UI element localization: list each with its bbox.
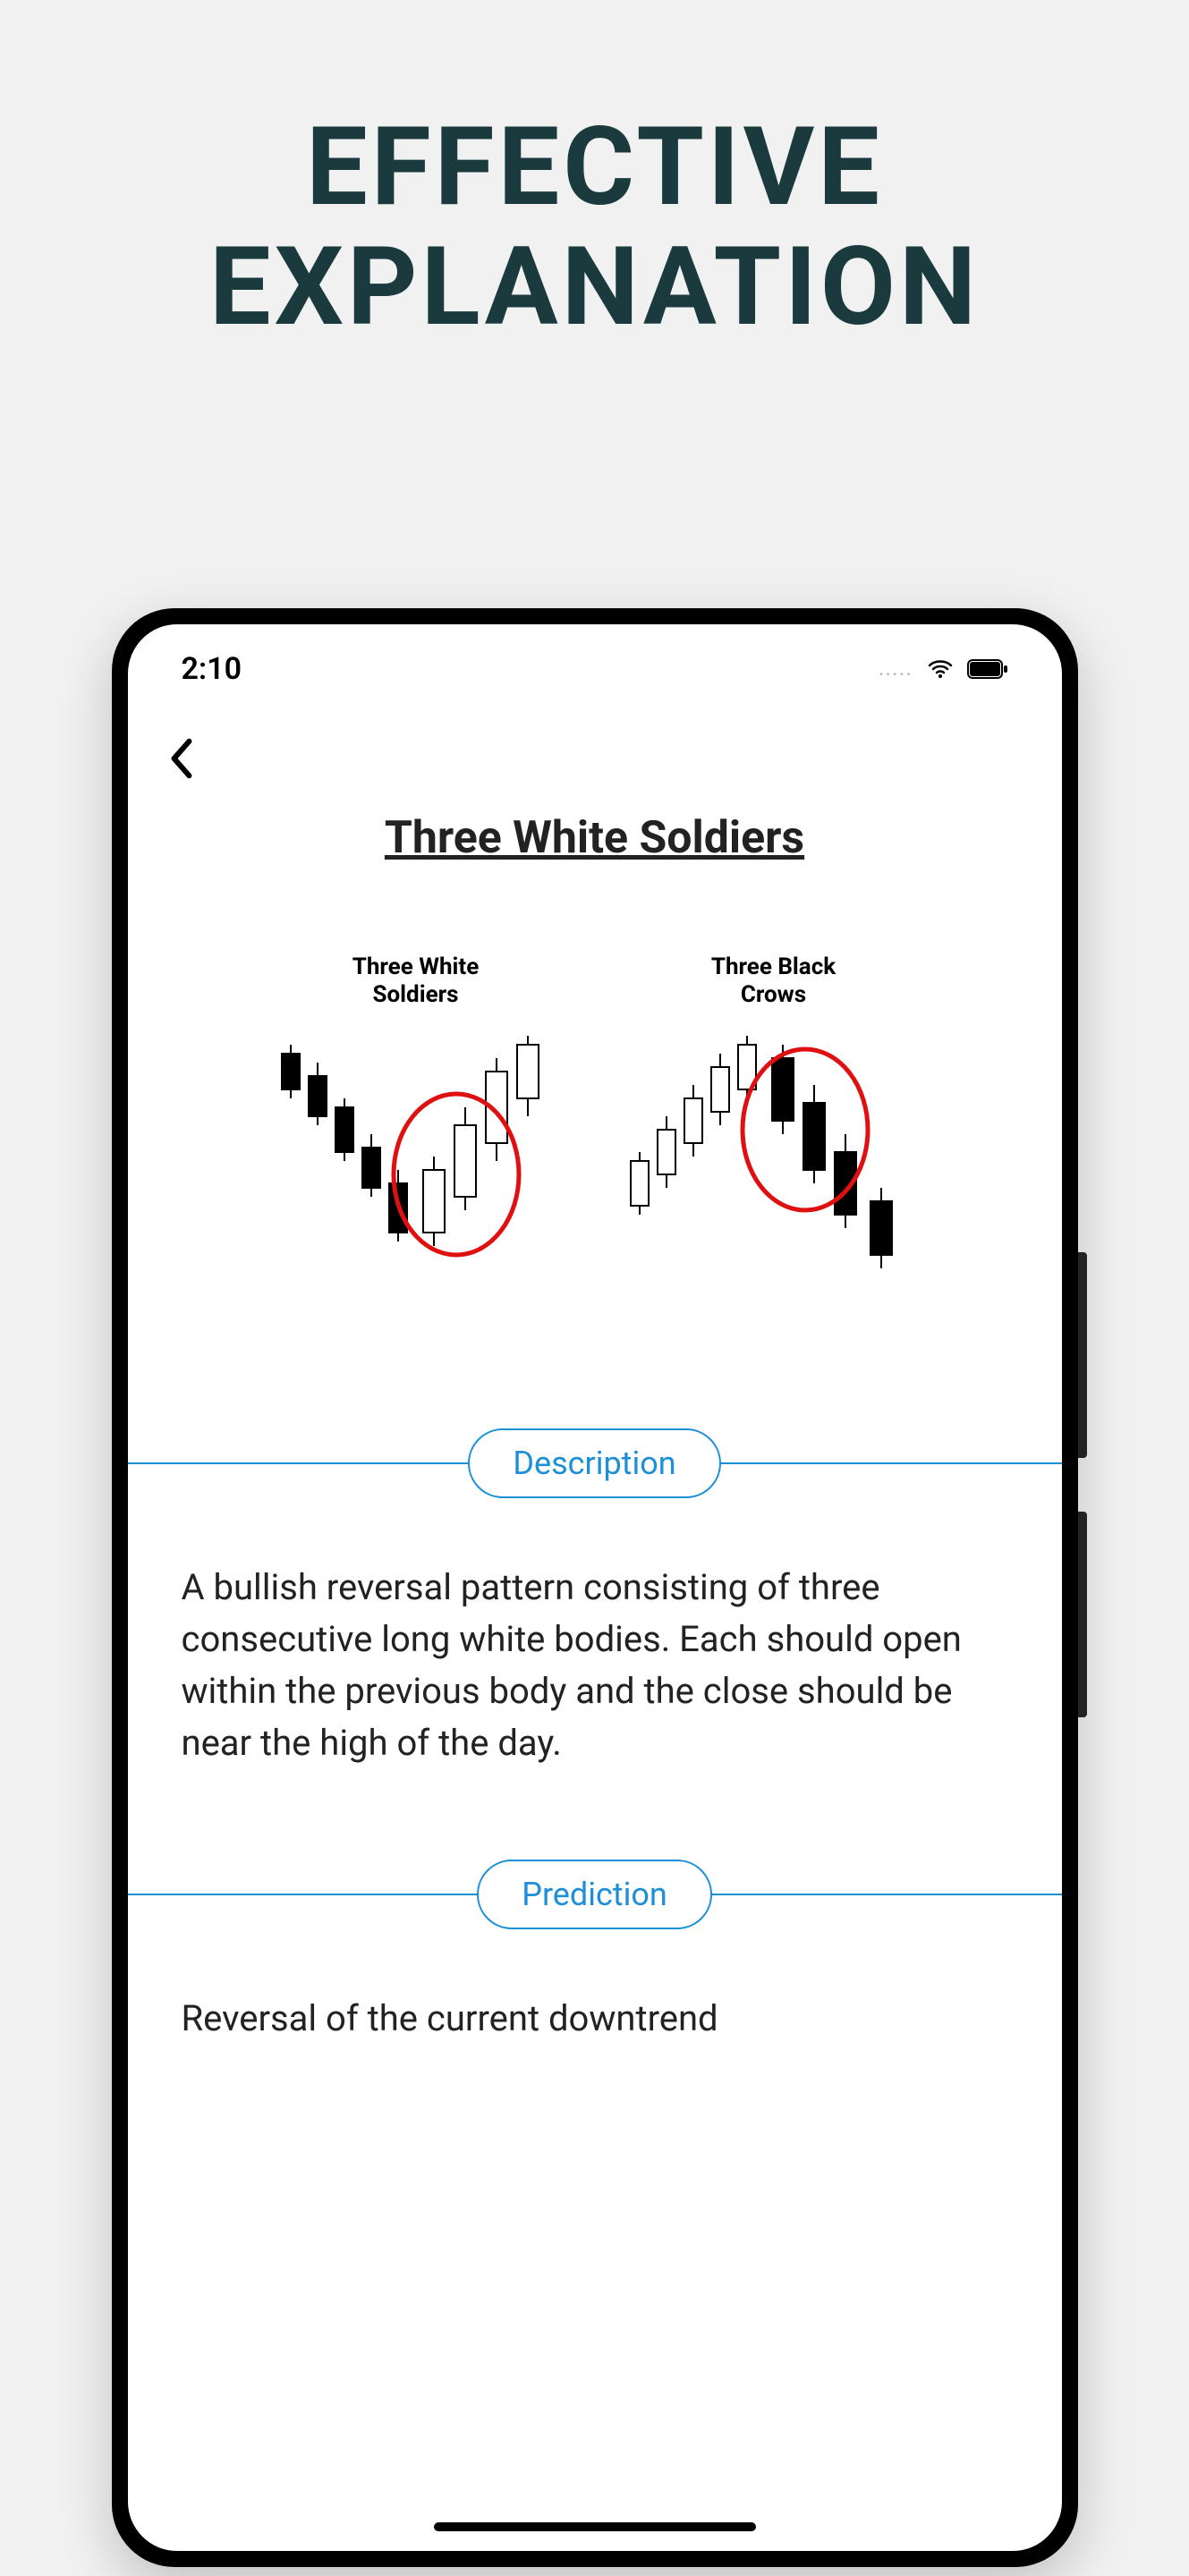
headline-line1: EFFECTIVE [0, 107, 1189, 227]
home-indicator[interactable] [434, 2522, 756, 2531]
phone-side-button-1 [1078, 1252, 1087, 1458]
phone-frame: 2:10 ..... Three White Soldiers [112, 608, 1078, 2567]
three-black-crows-chart [613, 1018, 935, 1286]
status-right: ..... [879, 658, 1007, 680]
illustration-left-label: Three White Soldiers [255, 953, 577, 1009]
headline-line2: EXPLANATION [0, 227, 1189, 347]
nav-row [128, 714, 1062, 785]
signal-dots: ..... [879, 658, 913, 680]
chevron-left-icon [166, 737, 197, 780]
status-time: 2:10 [182, 651, 242, 687]
battery-icon [967, 659, 1008, 679]
illustration-right-label: Three Black Crows [613, 953, 935, 1009]
phone-side-button-2 [1078, 1512, 1087, 1717]
status-bar: 2:10 ..... [128, 624, 1062, 714]
description-divider: Description [128, 1428, 1062, 1499]
illustration-left: Three White Soldiers [255, 953, 577, 1284]
illustration-right: Three Black Crows [613, 953, 935, 1284]
phone-mockup: 2:10 ..... Three White Soldiers [112, 608, 1078, 2567]
description-pill: Description [468, 1428, 720, 1498]
wifi-icon [926, 658, 955, 680]
page-title: Three White Soldiers [128, 812, 1062, 864]
prediction-pill: Prediction [477, 1860, 712, 1929]
three-white-soldiers-chart [255, 1018, 577, 1286]
back-button[interactable] [155, 732, 208, 785]
phone-screen: 2:10 ..... Three White Soldiers [128, 624, 1062, 2551]
pattern-illustration: Three White Soldiers [255, 953, 935, 1284]
promo-headline: EFFECTIVE EXPLANATION [0, 0, 1189, 347]
prediction-divider: Prediction [128, 1859, 1062, 1930]
prediction-text: Reversal of the current downtrend [128, 1930, 1062, 2045]
description-text: A bullish reversal pattern consisting of… [128, 1499, 1062, 1769]
